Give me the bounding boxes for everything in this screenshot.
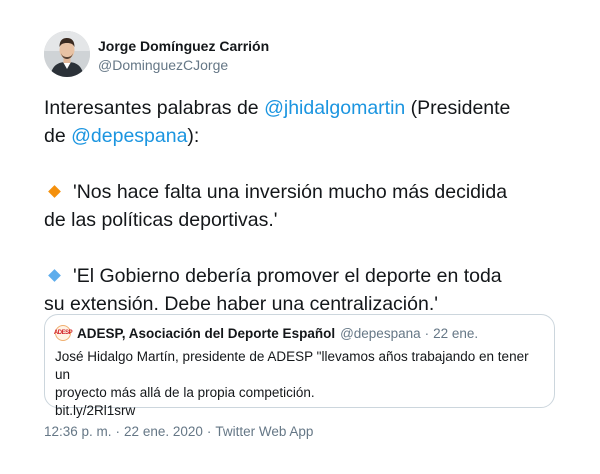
- quoted-tweet-text: José Hidalgo Martín, presidente de ADESP…: [55, 348, 545, 420]
- quoted-link: bit.ly/2Rl1srw: [55, 403, 136, 418]
- tweet-text: Interesantes palabras de @jhidalgomartin…: [44, 94, 564, 318]
- tweet-line: Interesantes palabras de @jhidalgomartin…: [44, 94, 564, 122]
- separator: ·: [115, 424, 121, 439]
- quoted-author-handle: @depespana: [340, 325, 421, 341]
- profile-photo-icon: [44, 31, 90, 77]
- quoted-text-line: José Hidalgo Martín, presidente de ADESP…: [55, 349, 529, 382]
- author-avatar[interactable]: [44, 31, 90, 77]
- tweet-line: de @depespana):: [44, 122, 564, 150]
- separator: ·: [424, 325, 430, 341]
- quote-text: su extensión. Debe haber una centralizac…: [44, 293, 438, 315]
- tweet-line: 'Nos hace falta una inversión mucho más …: [44, 178, 564, 206]
- quoted-tweet[interactable]: ADESP ADESP, Asociación del Deporte Espa…: [44, 314, 555, 418]
- quote-text: de las políticas deportivas.': [44, 209, 278, 231]
- quoted-text-line: proyecto más allá de la propia competici…: [55, 385, 315, 400]
- quoted-author-name: ADESP, Asociación del Deporte Español: [77, 325, 336, 341]
- tweet-meta: 12:36 p. m. · 22 ene. 2020 · Twitter Web App: [44, 424, 313, 439]
- blue-diamond-icon: [48, 268, 61, 282]
- quote-text: 'Nos hace falta una inversión mucho más …: [73, 181, 508, 203]
- tweet-line: 'El Gobierno debería promover el deporte…: [44, 262, 564, 290]
- author-handle[interactable]: @DominguezCJorge: [98, 57, 228, 73]
- tweet-text-segment: (Presidente: [405, 97, 511, 119]
- tweet-card: Jorge Domínguez Carrión @DominguezCJorge…: [0, 0, 600, 474]
- quoted-avatar-icon: ADESP: [54, 325, 73, 341]
- tweet-timestamp[interactable]: 12:36 p. m.: [44, 424, 112, 439]
- mention-link-depespana[interactable]: @depespana: [71, 125, 187, 147]
- tweet-text-segment: Interesantes palabras de: [44, 97, 265, 119]
- tweet-date[interactable]: 22 ene. 2020: [124, 424, 203, 439]
- tweet-text-segment: ):: [187, 125, 200, 147]
- author-display-name[interactable]: Jorge Domínguez Carrión: [98, 38, 269, 54]
- tweet-line: de las políticas deportivas.': [44, 206, 564, 234]
- tweet-source[interactable]: Twitter Web App: [215, 424, 313, 439]
- quoted-tweet-date: 22 ene.: [433, 325, 479, 341]
- quoted-tweet-header: ADESP ADESP, Asociación del Deporte Espa…: [54, 325, 479, 341]
- orange-diamond-icon: [48, 184, 61, 198]
- mention-link-jhidalgomartin[interactable]: @jhidalgomartin: [264, 97, 405, 119]
- quote-text: 'El Gobierno debería promover el deporte…: [73, 265, 502, 287]
- tweet-text-segment: de: [44, 125, 72, 147]
- separator: ·: [206, 424, 212, 439]
